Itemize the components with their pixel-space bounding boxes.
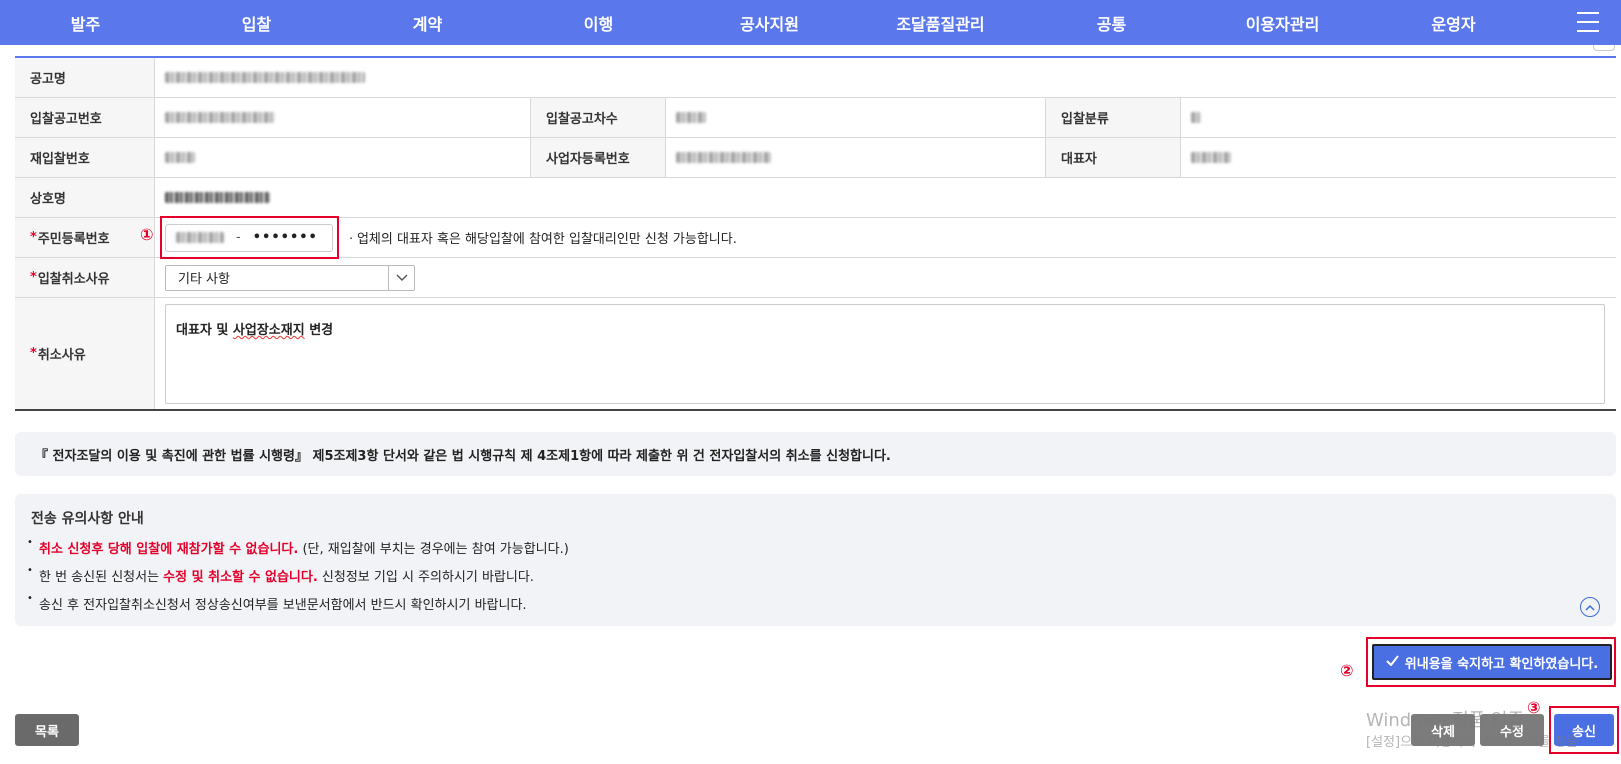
cancel-reason-select[interactable]: 기타 사항 bbox=[165, 264, 415, 291]
form-row-bid-info: 입찰공고번호 입찰공고차수 입찰분류 bbox=[15, 98, 1616, 138]
notice-item-2-pre: 한 번 송신된 신청서는 bbox=[39, 570, 164, 585]
redacted-value bbox=[165, 152, 195, 163]
rrn-note: ㆍ업체의 대표자 혹은 해당입찰에 참여한 입찰대리인만 신청 가능합니다. bbox=[345, 232, 737, 247]
cancel-reason-text-part: 변경 bbox=[304, 323, 334, 338]
send-notice-box: 전송 유의사항 안내 취소 신청후 당해 입찰에 재참가할 수 없습니다. (단… bbox=[15, 494, 1616, 626]
form-row-cancel-reason: * 취소사유 대표자 및 사업장소재지 변경 bbox=[15, 298, 1616, 409]
redacted-value bbox=[676, 112, 706, 123]
value-bid-type bbox=[1181, 98, 1616, 137]
watermark-line-2: [설정]으로 이동하여 Windows를 정품 bbox=[1366, 735, 1579, 750]
cancel-reason-text-part: 대표자 및 bbox=[176, 323, 233, 338]
nav-item-user-management[interactable]: 이용자관리 bbox=[1197, 11, 1368, 35]
label-cancel-reason-type-text: 입찰취소사유 bbox=[37, 272, 110, 287]
label-rrn-text: 주민등록번호 bbox=[37, 232, 110, 247]
value-rebid-no bbox=[155, 138, 531, 177]
redacted-value bbox=[165, 192, 270, 203]
marker-2: ② bbox=[1340, 661, 1354, 680]
label-bid-notice-no: 입찰공고번호 bbox=[15, 98, 155, 137]
label-notice-name: 공고명 bbox=[15, 58, 155, 97]
value-biz-reg-no bbox=[666, 138, 1046, 177]
notice-item-1: 취소 신청후 당해 입찰에 재참가할 수 없습니다. (단, 재입찰에 부치는 … bbox=[27, 537, 1600, 557]
notice-item-3: 송신 후 전자입찰취소신청서 정상송신여부를 보낸문서함에서 반드시 확인하시기… bbox=[27, 593, 1600, 613]
required-mark: * bbox=[30, 270, 37, 285]
form-row-company-name: 상호명 bbox=[15, 178, 1616, 218]
label-cancel-reason-text: 취소사유 bbox=[37, 348, 86, 363]
required-mark: * bbox=[30, 346, 37, 361]
value-cancel-reason-type: 기타 사항 bbox=[155, 258, 1616, 297]
windows-activation-watermark: Windows 정품 인증 [설정]으로 이동하여 Windows를 정품 bbox=[1366, 710, 1578, 754]
notice-item-1-text: (단, 재입찰에 부치는 경우에는 참여 가능합니다.) bbox=[298, 542, 569, 557]
hamburger-menu-icon[interactable] bbox=[1577, 12, 1599, 32]
required-mark: * bbox=[30, 230, 37, 245]
chevron-down-icon[interactable] bbox=[388, 265, 414, 290]
notice-item-2-warning: 수정 및 취소할 수 없습니다. bbox=[163, 570, 318, 585]
label-biz-reg-no: 사업자등록번호 bbox=[531, 138, 666, 177]
redacted-value bbox=[165, 112, 275, 123]
watermark-line-1: Windows 정품 인증 bbox=[1366, 710, 1525, 731]
nav-item-contract[interactable]: 계약 bbox=[342, 11, 513, 35]
nav-item-fulfillment[interactable]: 이행 bbox=[513, 11, 684, 35]
value-cancel-reason: 대표자 및 사업장소재지 변경 bbox=[155, 298, 1616, 409]
redacted-value bbox=[165, 72, 365, 83]
confirm-acknowledge-label: 위내용을 숙지하고 확인하였습니다. bbox=[1404, 656, 1599, 672]
scroll-top-tab[interactable] bbox=[1593, 45, 1615, 51]
cancel-reason-textarea[interactable]: 대표자 및 사업장소재지 변경 bbox=[165, 304, 1605, 404]
redacted-value bbox=[1191, 112, 1201, 123]
label-bid-type: 입찰분류 bbox=[1046, 98, 1181, 137]
form-row-notice-name: 공고명 bbox=[15, 58, 1616, 98]
value-company-name bbox=[155, 178, 1616, 217]
check-icon bbox=[1386, 654, 1399, 670]
value-representative bbox=[1181, 138, 1616, 177]
nav-item-bid[interactable]: 입찰 bbox=[171, 11, 342, 35]
nav-item-order[interactable]: 발주 bbox=[0, 11, 171, 35]
label-cancel-reason: * 취소사유 bbox=[15, 298, 155, 409]
value-rrn: - ••••••• ㆍ업체의 대표자 혹은 해당입찰에 참여한 입찰대리인만 신… bbox=[155, 218, 1616, 257]
marker-1: ① bbox=[140, 225, 154, 244]
cancel-reason-select-value: 기타 사항 bbox=[178, 272, 230, 287]
form-row-cancel-reason-type: * 입찰취소사유 기타 사항 bbox=[15, 258, 1616, 298]
value-notice-name bbox=[155, 58, 1616, 97]
label-rebid-no: 재입찰번호 bbox=[15, 138, 155, 177]
redacted-value bbox=[1191, 152, 1231, 163]
form-row-rebid-info: 재입찰번호 사업자등록번호 대표자 bbox=[15, 138, 1616, 178]
redacted-value bbox=[676, 152, 771, 163]
legal-statement: 『 전자조달의 이용 및 촉진에 관한 법률 시행령』 제5조제3항 단서와 같… bbox=[15, 432, 1616, 476]
label-representative: 대표자 bbox=[1046, 138, 1181, 177]
top-navigation: 발주 입찰 계약 이행 공사지원 조달품질관리 공통 이용자관리 운영자 bbox=[0, 0, 1621, 45]
highlight-confirm: 위내용을 숙지하고 확인하였습니다. bbox=[1366, 637, 1616, 687]
highlight-rrn bbox=[160, 216, 339, 259]
list-button[interactable]: 목록 bbox=[15, 714, 79, 746]
notice-item-2-text: 신청정보 기입 시 주의하시기 바랍니다. bbox=[317, 570, 534, 585]
nav-item-operator[interactable]: 운영자 bbox=[1368, 11, 1539, 35]
notice-item-1-warning: 취소 신청후 당해 입찰에 재참가할 수 없습니다. bbox=[39, 542, 299, 557]
label-cancel-reason-type: * 입찰취소사유 bbox=[15, 258, 155, 297]
label-bid-notice-seq: 입찰공고차수 bbox=[531, 98, 666, 137]
confirm-acknowledge-button[interactable]: 위내용을 숙지하고 확인하였습니다. bbox=[1372, 644, 1612, 680]
cancel-reason-text-spellcheck: 사업장소재지 bbox=[232, 323, 305, 338]
chevron-up-icon[interactable] bbox=[1580, 597, 1600, 617]
value-bid-notice-seq bbox=[666, 98, 1046, 137]
label-rrn: * 주민등록번호 bbox=[15, 218, 155, 257]
notice-item-2: 한 번 송신된 신청서는 수정 및 취소할 수 없습니다. 신청정보 기입 시 … bbox=[27, 565, 1600, 585]
notice-title: 전송 유의사항 안내 bbox=[31, 511, 144, 527]
nav-item-quality-management[interactable]: 조달품질관리 bbox=[855, 11, 1026, 35]
label-company-name: 상호명 bbox=[15, 178, 155, 217]
nav-item-construction-support[interactable]: 공사지원 bbox=[684, 11, 855, 35]
nav-item-common[interactable]: 공통 bbox=[1026, 11, 1197, 35]
value-bid-notice-no bbox=[155, 98, 531, 137]
